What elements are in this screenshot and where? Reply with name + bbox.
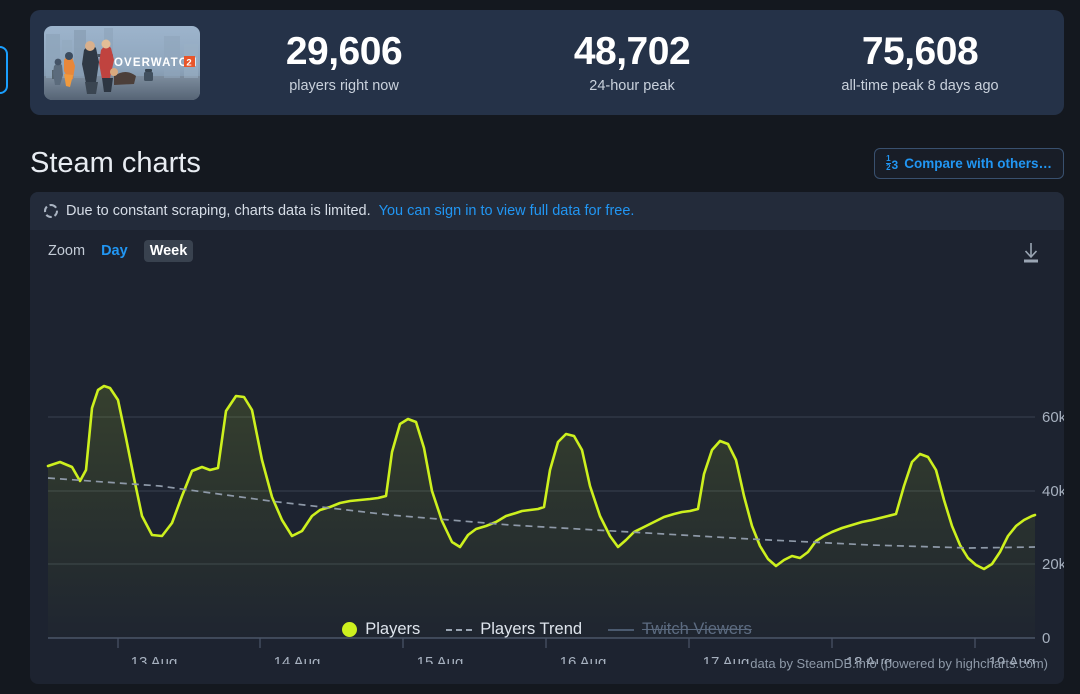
stat-alltime-peak: 75,608 all-time peak 8 days ago (776, 30, 1064, 94)
download-glyph (1024, 243, 1038, 263)
zoom-option-week[interactable]: Week (143, 240, 194, 262)
stat-value: 75,608 (861, 30, 979, 74)
compare-icon-three: 3 (891, 157, 899, 172)
x-tick-4: 17 Aug (703, 654, 750, 664)
x-tick-0: 13 Aug (131, 654, 178, 664)
page-root: OVERWATCH 2 29,606 players right now 48,… (0, 0, 1080, 694)
section-header: Steam charts 1 2 3 Compare with others… (30, 140, 1064, 186)
focus-outline-remnant (0, 46, 8, 94)
stat-label: all-time peak 8 days ago (841, 77, 999, 94)
y-tick-40k: 40k (1042, 483, 1064, 500)
x-axis-ticks (117, 638, 976, 648)
legend-item-players-trend[interactable]: Players Trend (446, 620, 582, 639)
stat-24h-peak: 48,702 24-hour peak (488, 30, 776, 94)
loading-spinner-icon (44, 204, 58, 218)
compare-button-label: Compare with others… (904, 155, 1052, 171)
stat-value: 48,702 (573, 30, 691, 74)
zoom-label: Zoom (48, 243, 86, 259)
chart-legend: Players Players Trend Twitch Viewers (30, 620, 1064, 639)
y-tick-20k: 20k (1042, 556, 1064, 573)
legend-label: Twitch Viewers (642, 620, 752, 638)
stat-label: 24-hour peak (589, 77, 675, 94)
y-tick-60k: 60k (1042, 409, 1064, 426)
svg-text:2: 2 (186, 57, 191, 68)
sign-in-link[interactable]: You can sign in to view full data for fr… (379, 203, 635, 219)
players-area-fill (48, 386, 1035, 638)
compare-icon: 1 2 3 (886, 153, 899, 172)
game-stats-header: OVERWATCH 2 29,606 players right now 48,… (30, 10, 1064, 115)
steam-charts-panel: Due to constant scraping, charts data is… (30, 192, 1064, 684)
capsule-art-svg: OVERWATCH 2 (44, 25, 200, 100)
chart-zoom-controls: Zoom Day Week (30, 230, 1064, 264)
players-marker-icon (342, 622, 358, 637)
page-title: Steam charts (30, 146, 201, 179)
game-thumbnail[interactable]: OVERWATCH 2 (44, 25, 200, 100)
x-tick-1: 14 Aug (274, 654, 321, 664)
zoom-option-day[interactable]: Day (95, 240, 134, 262)
chart-credit: data by SteamDB.info (powered by highcha… (750, 656, 1048, 671)
stat-label: players right now (289, 77, 399, 94)
stat-value: 29,606 (285, 30, 403, 74)
x-tick-2: 15 Aug (417, 654, 464, 664)
overwatch2-capsule-art: OVERWATCH 2 (44, 25, 200, 100)
players-chart[interactable]: 60k 40k 20k 0 13 Aug 14 Aug 15 Aug 16 Au… (30, 264, 1064, 664)
y-axis-labels: 60k 40k 20k 0 (1042, 409, 1064, 647)
compare-with-others-button[interactable]: 1 2 3 Compare with others… (874, 147, 1064, 179)
legend-item-players[interactable]: Players (342, 620, 420, 639)
compare-icon-denominator: 2 (886, 162, 891, 172)
notice-text: Due to constant scraping, charts data is… (66, 203, 371, 219)
legend-item-twitch-viewers[interactable]: Twitch Viewers (608, 620, 752, 639)
limited-data-notice: Due to constant scraping, charts data is… (30, 192, 1064, 230)
trend-marker-icon (446, 628, 473, 631)
compare-icon-numerator: 1 (886, 153, 891, 163)
twitch-marker-icon (608, 628, 635, 631)
legend-label: Players Trend (480, 620, 583, 638)
stats-group: 29,606 players right now 48,702 24-hour … (200, 10, 1064, 115)
chart-svg: 60k 40k 20k 0 13 Aug 14 Aug 15 Aug 16 Au… (46, 384, 1064, 664)
x-tick-3: 16 Aug (560, 654, 607, 664)
stat-players-now: 29,606 players right now (200, 30, 488, 94)
legend-label: Players (365, 620, 421, 638)
